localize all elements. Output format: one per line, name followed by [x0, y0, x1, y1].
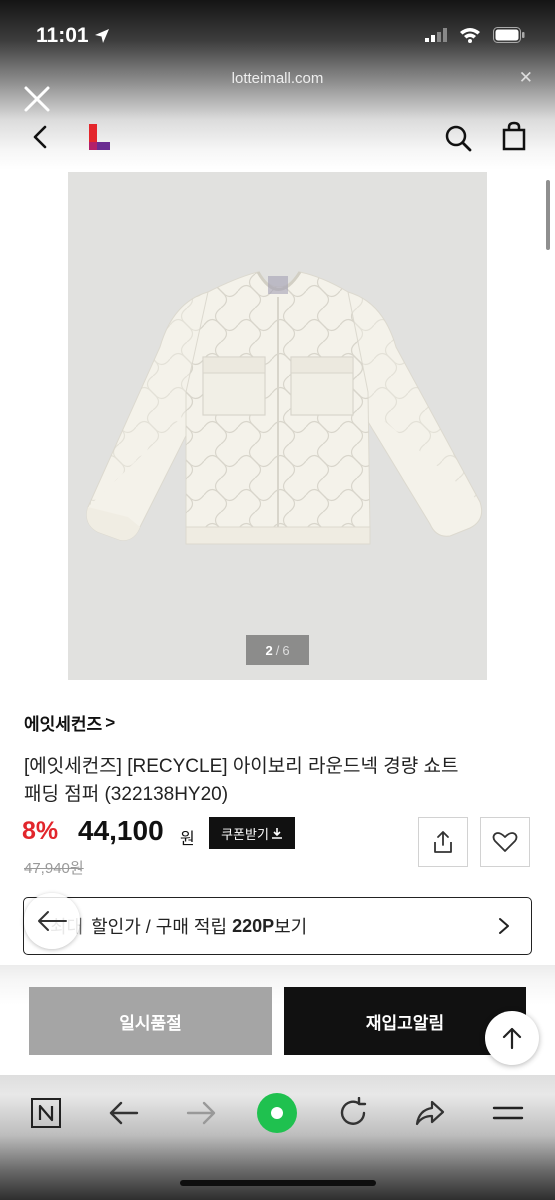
heart-icon [492, 832, 518, 852]
benefit-points: 220P [232, 915, 275, 936]
status-indicators [425, 27, 525, 43]
original-price: 47,940원 [24, 860, 84, 877]
coupon-label: 쿠폰받기 [221, 826, 269, 842]
browser-forward-button[interactable] [183, 1095, 219, 1131]
product-title: [에잇세컨즈] [RECYCLE] 아이보리 라운드넥 경량 쇼트 패딩 점퍼 … [24, 756, 459, 805]
naver-n-icon [31, 1098, 61, 1128]
discount-rate: 8% [22, 817, 59, 845]
signal-icon [425, 28, 447, 42]
scroll-top-button[interactable] [485, 1011, 539, 1065]
brand-chevron: > [105, 712, 116, 732]
shopping-bag-icon[interactable] [501, 121, 527, 151]
brand-name: 에잇세컨즈 [24, 715, 103, 734]
green-circle-icon [257, 1093, 297, 1133]
arrow-left-icon [109, 1101, 139, 1125]
benefit-banner[interactable]: 최대 할인가 / 구매 적립 220P 보기 [23, 897, 532, 955]
chevron-right-icon [499, 918, 509, 934]
product-image[interactable] [68, 172, 487, 680]
status-time: 11:01 [36, 24, 89, 47]
location-arrow-icon [95, 29, 109, 43]
home-indicator [180, 1180, 376, 1186]
browser-url[interactable]: lotteimall.com [0, 70, 555, 87]
image-counter: 2 / 6 [246, 635, 309, 665]
wishlist-button[interactable] [480, 817, 530, 867]
scroll-indicator [546, 180, 550, 250]
lotte-logo[interactable] [86, 122, 112, 152]
coupon-button[interactable]: 쿠폰받기 [209, 817, 295, 849]
arrow-left-icon [38, 911, 67, 931]
back-icon[interactable] [28, 124, 52, 150]
green-dot-button[interactable] [254, 1090, 300, 1136]
image-counter-current: 2 [265, 642, 273, 658]
benefit-suffix: 보기 [274, 917, 308, 937]
benefit-text: 할인가 / 구매 적립 [91, 917, 228, 937]
floating-back-button[interactable] [24, 893, 80, 949]
arrow-right-icon [186, 1101, 216, 1125]
browser-chrome: 11:01 lotteimall.com ✕ [0, 0, 555, 170]
browser-back-button[interactable] [106, 1095, 142, 1131]
refresh-icon [340, 1097, 367, 1125]
price-unit: 원 [180, 831, 195, 848]
jacket-illustration [86, 271, 483, 545]
browser-menu-button[interactable] [490, 1095, 526, 1131]
battery-icon [493, 27, 525, 43]
share-button[interactable] [418, 817, 468, 867]
naver-home-button[interactable] [28, 1095, 64, 1131]
browser-share-button[interactable] [412, 1095, 448, 1131]
search-icon[interactable] [444, 124, 472, 152]
arrow-up-icon [502, 1027, 522, 1050]
image-counter-separator: / [275, 642, 280, 658]
soldout-button[interactable]: 일시품절 [29, 987, 272, 1055]
menu-icon [492, 1106, 524, 1120]
share-icon [434, 831, 452, 853]
sale-price: 44,100 [78, 815, 164, 846]
wifi-icon [460, 28, 480, 43]
image-counter-total: 6 [282, 642, 290, 658]
refresh-button[interactable] [335, 1095, 371, 1131]
close-icon[interactable] [22, 84, 52, 114]
download-icon [271, 828, 282, 839]
brand-link[interactable]: 에잇세컨즈 > [24, 710, 115, 735]
url-close-icon[interactable]: ✕ [519, 68, 533, 88]
share-arrow-icon [415, 1100, 445, 1126]
